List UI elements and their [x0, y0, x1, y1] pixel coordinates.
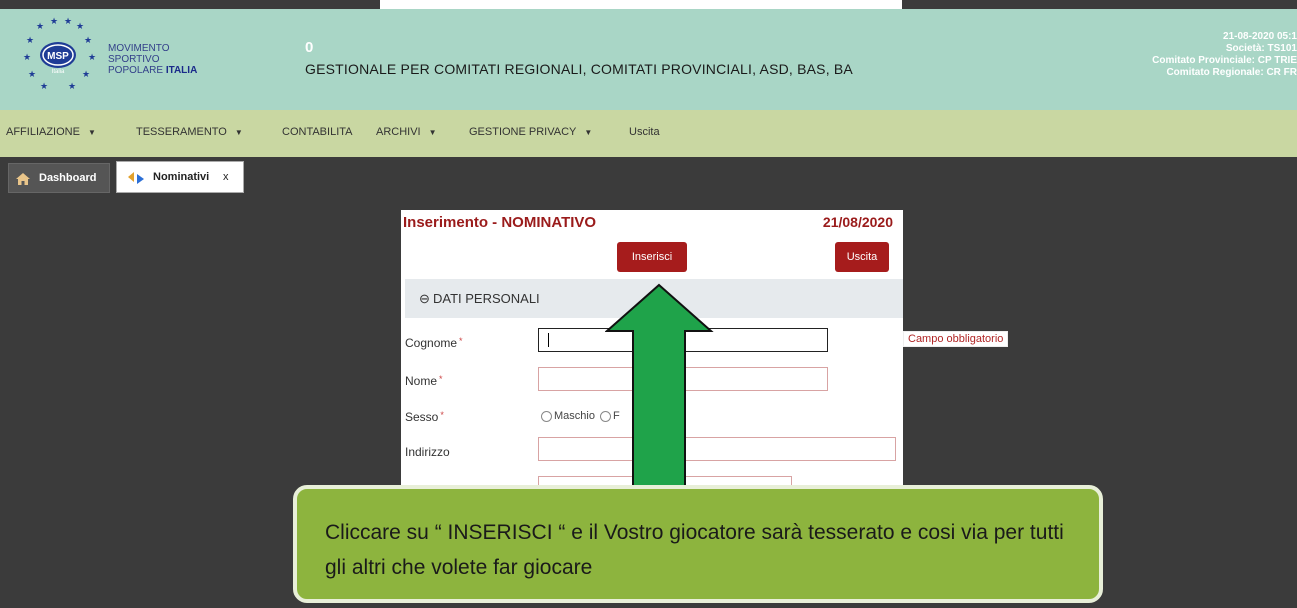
svg-text:★: ★: [50, 17, 58, 27]
svg-text:★: ★: [26, 36, 34, 46]
logo-abbr: MSP: [47, 51, 69, 62]
svg-text:★: ★: [28, 70, 36, 80]
menu-affiliazione[interactable]: AFFILIAZIONE ▼: [6, 126, 96, 138]
top-strip: [0, 0, 1297, 9]
app-header: ★ ★ ★ ★ ★ ★ ★ ★ ★ ★ ★ ★ MSP Italia MOVIMENTO SP…: [0, 9, 1297, 110]
session-cr: Comitato Regionale: CR FR: [1166, 67, 1297, 78]
up-arrow-icon: [605, 283, 714, 496]
instruction-callout: Cliccare su “ INSERISCI “ e il Vostro gi…: [293, 485, 1103, 603]
session-societa: Società: TS101: [1225, 43, 1297, 54]
section-label: DATI PERSONALI: [433, 291, 540, 306]
label-nome: Nome *: [405, 374, 443, 388]
inserisci-button[interactable]: Inserisci: [617, 242, 687, 272]
menu-archivi[interactable]: ARCHIVI ▼: [376, 126, 437, 138]
tab-nominativi-label: Nominativi: [153, 171, 210, 183]
top-strip-dark-right: [902, 0, 1297, 9]
svg-text:★: ★: [36, 22, 44, 32]
top-strip-dark-left: [0, 0, 380, 9]
error-tooltip: Campo obbligatorio: [903, 331, 1009, 347]
logo-text: MOVIMENTO SPORTIVO POPOLARE ITALIA: [108, 43, 197, 76]
label-cognome: Cognome *: [405, 336, 463, 350]
menu-uscita[interactable]: Uscita: [629, 126, 660, 138]
radio-maschio[interactable]: Maschio: [541, 410, 595, 422]
tab-nominativi[interactable]: Nominativi x: [116, 161, 244, 193]
form-title: Inserimento - NOMINATIVO: [403, 214, 597, 231]
svg-text:★: ★: [76, 22, 84, 32]
label-indirizzo: Indirizzo: [405, 445, 450, 459]
form-date: 21/08/2020: [822, 214, 893, 230]
tabs-bar: Dashboard Nominativi x: [0, 157, 1297, 193]
session-date: 21-08-2020 05:1: [1223, 31, 1297, 42]
chevron-down-icon: ▼: [584, 128, 593, 137]
svg-text:★: ★: [68, 82, 76, 92]
exchange-icon: [128, 172, 144, 184]
logo-line: POPOLARE ITALIA: [108, 65, 198, 76]
minus-circle-icon: ⊖: [419, 291, 430, 306]
callout-text: Cliccare su “ INSERISCI “ e il Vostro gi…: [325, 521, 1064, 579]
home-icon: [16, 173, 30, 185]
uscita-button[interactable]: Uscita: [835, 242, 889, 272]
tab-close-icon[interactable]: x: [223, 171, 229, 183]
session-info: 21-08-2020 05:1 Società: TS101 Comitato …: [1152, 31, 1297, 79]
header-zero: 0: [305, 39, 314, 56]
chevron-down-icon: ▼: [428, 128, 437, 137]
session-cp: Comitato Provinciale: CP TRIE: [1152, 55, 1297, 66]
logo-line: SPORTIVO: [108, 54, 160, 65]
indirizzo-input[interactable]: [538, 437, 896, 461]
menu-gestione-privacy[interactable]: GESTIONE PRIVACY ▼: [469, 126, 592, 138]
menu-tesseramento[interactable]: TESSERAMENTO ▼: [136, 126, 243, 138]
msp-logo[interactable]: ★ ★ ★ ★ ★ ★ ★ ★ ★ ★ ★ ★ MSP Italia MOVIMENTO SP…: [18, 15, 218, 107]
tab-dashboard[interactable]: Dashboard: [8, 163, 110, 193]
svg-text:★: ★: [84, 36, 92, 46]
logo-emblem-icon: ★ ★ ★ ★ ★ ★ ★ ★ ★ ★ ★ ★ MSP Italia: [23, 17, 96, 92]
svg-text:★: ★: [23, 53, 31, 63]
chevron-down-icon: ▼: [87, 128, 96, 137]
svg-text:★: ★: [82, 70, 90, 80]
chevron-down-icon: ▼: [234, 128, 243, 137]
svg-text:★: ★: [88, 53, 96, 63]
logo-sub: Italia: [52, 69, 65, 75]
main-menu: AFFILIAZIONE ▼ TESSERAMENTO ▼ CONTABILITA …: [0, 110, 1297, 157]
logo-line: MOVIMENTO: [108, 43, 170, 54]
page-title: GESTIONALE PER COMITATI REGIONALI, COMIT…: [305, 61, 853, 77]
tab-dashboard-label: Dashboard: [39, 172, 97, 184]
label-sesso: Sesso *: [405, 410, 444, 424]
svg-text:★: ★: [40, 82, 48, 92]
menu-contabilita[interactable]: CONTABILITA: [282, 126, 353, 138]
text-cursor: [548, 333, 549, 347]
svg-text:★: ★: [64, 17, 72, 27]
